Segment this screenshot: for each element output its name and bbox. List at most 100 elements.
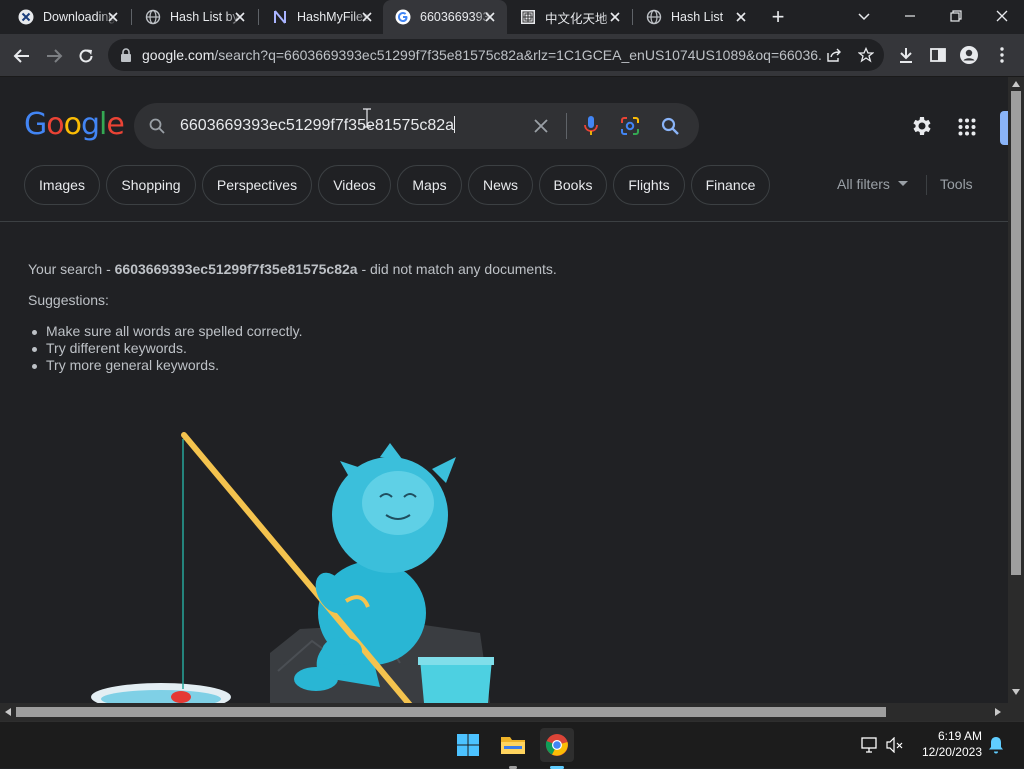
logo-letter: o <box>46 107 64 142</box>
clear-search-icon[interactable] <box>532 117 550 135</box>
header-divider <box>0 221 1008 222</box>
windows-logo-icon <box>457 734 479 756</box>
list-item: Try different keywords. <box>28 340 303 357</box>
globe-icon <box>145 9 161 25</box>
clock-date: 12/20/2023 <box>921 745 982 759</box>
search-icon <box>149 118 165 134</box>
logo-letter: o <box>63 107 82 142</box>
logo-letter: e <box>106 107 124 142</box>
close-window-icon[interactable] <box>994 8 1010 24</box>
address-bar[interactable]: google.com/search?q=6603669393ec51299f7f… <box>108 39 884 71</box>
account-button-edge[interactable] <box>1000 111 1008 145</box>
logo-letter: g <box>80 107 100 142</box>
file-explorer-taskbar-button[interactable] <box>496 728 530 769</box>
chip-maps[interactable]: Maps <box>397 165 462 205</box>
globe-icon <box>646 9 662 25</box>
chip-videos[interactable]: Videos <box>318 165 391 205</box>
suggestions-heading: Suggestions: <box>28 292 109 308</box>
settings-gear-icon[interactable] <box>910 114 934 138</box>
no-results-term: 6603669393ec51299f7f35e81575c82a <box>114 261 358 277</box>
browser-toolbar: google.com/search?q=6603669393ec51299f7f… <box>0 34 1024 77</box>
tab-search-chevron-icon[interactable] <box>856 8 872 24</box>
forward-arrow-icon[interactable] <box>44 46 64 66</box>
network-display-icon[interactable] <box>861 737 879 753</box>
search-submit-icon[interactable] <box>660 116 680 136</box>
tab-hash-list[interactable]: Hash List <box>634 0 758 34</box>
close-tab-icon[interactable] <box>483 10 497 24</box>
site-icon <box>520 9 536 25</box>
horizontal-scrollbar[interactable] <box>0 703 1008 721</box>
minimize-icon[interactable] <box>902 8 918 24</box>
scroll-up-arrow-icon[interactable] <box>1012 81 1020 87</box>
volume-muted-icon[interactable] <box>886 737 904 753</box>
close-tab-icon[interactable] <box>233 10 247 24</box>
chip-perspectives[interactable]: Perspectives <box>202 165 312 205</box>
new-tab-button[interactable]: + <box>766 5 790 29</box>
url-text[interactable]: google.com/search?q=6603669393ec51299f7f… <box>142 47 822 63</box>
notification-bell-icon[interactable] <box>988 736 1004 754</box>
vertical-scroll-thumb[interactable] <box>1011 91 1021 575</box>
close-tab-icon[interactable] <box>734 10 748 24</box>
chrome-icon <box>545 734 568 756</box>
tools-button[interactable]: Tools <box>940 176 973 192</box>
text-cursor-icon <box>363 108 371 128</box>
notion-n-icon <box>272 9 288 25</box>
tab-hash-list-by[interactable]: Hash List by <box>133 0 257 34</box>
logo-letter: G <box>24 107 47 142</box>
scroll-right-arrow-icon[interactable] <box>995 708 1001 716</box>
restore-icon[interactable] <box>948 8 964 24</box>
start-button[interactable] <box>451 728 485 762</box>
fishing-creature-illustration <box>91 432 494 703</box>
tab-google-search-active[interactable]: 6603669393 <box>383 0 507 34</box>
google-logo[interactable]: Google <box>24 107 125 142</box>
horizontal-scroll-thumb[interactable] <box>16 707 886 717</box>
url-host: google.com <box>142 47 215 63</box>
share-icon[interactable] <box>826 47 842 63</box>
menu-kebab-icon[interactable] <box>994 46 1010 64</box>
search-query-text: 6603669393ec51299f7f35e81575c82a <box>180 117 455 134</box>
lock-icon[interactable] <box>120 48 132 62</box>
chip-books[interactable]: Books <box>539 165 607 205</box>
scrollbar-corner <box>1008 703 1024 721</box>
close-tab-icon[interactable] <box>360 10 374 24</box>
google-lens-icon[interactable] <box>620 116 640 136</box>
search-box[interactable]: 6603669393ec51299f7f35e81575c82a <box>134 103 699 149</box>
back-arrow-icon[interactable] <box>12 46 32 66</box>
google-results-page: Google 6603669393ec51299f7f35e81575c82a … <box>0 77 1008 703</box>
reload-icon[interactable] <box>76 46 96 66</box>
all-filters-label: All filters <box>837 176 890 192</box>
clock-time: 6:19 AM <box>937 729 982 743</box>
chip-images[interactable]: Images <box>24 165 100 205</box>
search-input[interactable]: 6603669393ec51299f7f35e81575c82a <box>180 116 456 135</box>
site-icon <box>18 9 34 25</box>
system-clock[interactable]: 6:19 AM 12/20/2023 <box>922 728 982 760</box>
url-path: /search?q=6603669393ec51299f7f35e81575c8… <box>214 47 822 63</box>
no-results-message: Your search - 6603669393ec51299f7f35e815… <box>28 261 557 277</box>
google-apps-grid-icon[interactable] <box>958 118 976 136</box>
chip-flights[interactable]: Flights <box>613 165 685 205</box>
scroll-down-arrow-icon[interactable] <box>1012 689 1020 695</box>
chip-news[interactable]: News <box>468 165 533 205</box>
browser-tab-strip: Downloading Hash List by HashMyFiles 660… <box>0 0 1024 34</box>
all-filters-button[interactable]: All filters <box>837 176 908 192</box>
chip-shopping[interactable]: Shopping <box>106 165 196 205</box>
close-tab-icon[interactable] <box>608 10 622 24</box>
close-tab-icon[interactable] <box>106 10 120 24</box>
tab-chinese-site[interactable]: 中文化天地 <box>508 0 632 34</box>
vertical-scrollbar[interactable] <box>1008 77 1024 703</box>
folder-icon <box>501 737 525 754</box>
tab-hashmyfiles[interactable]: HashMyFiles <box>260 0 384 34</box>
profile-avatar-icon[interactable] <box>959 45 979 65</box>
suggestions-list: Make sure all words are spelled correctl… <box>28 323 303 374</box>
list-item: Try more general keywords. <box>28 357 303 374</box>
voice-search-mic-icon[interactable] <box>582 115 600 137</box>
list-item: Make sure all words are spelled correctl… <box>28 323 303 340</box>
chip-finance[interactable]: Finance <box>691 165 770 205</box>
side-panel-icon[interactable] <box>929 46 947 64</box>
tab-downloading[interactable]: Downloading <box>6 0 130 34</box>
windows-taskbar: 6:19 AM 12/20/2023 <box>0 721 1024 769</box>
bookmark-star-icon[interactable] <box>858 47 874 63</box>
scroll-left-arrow-icon[interactable] <box>5 708 11 716</box>
chrome-taskbar-button[interactable] <box>540 728 574 769</box>
download-icon[interactable] <box>897 46 915 64</box>
